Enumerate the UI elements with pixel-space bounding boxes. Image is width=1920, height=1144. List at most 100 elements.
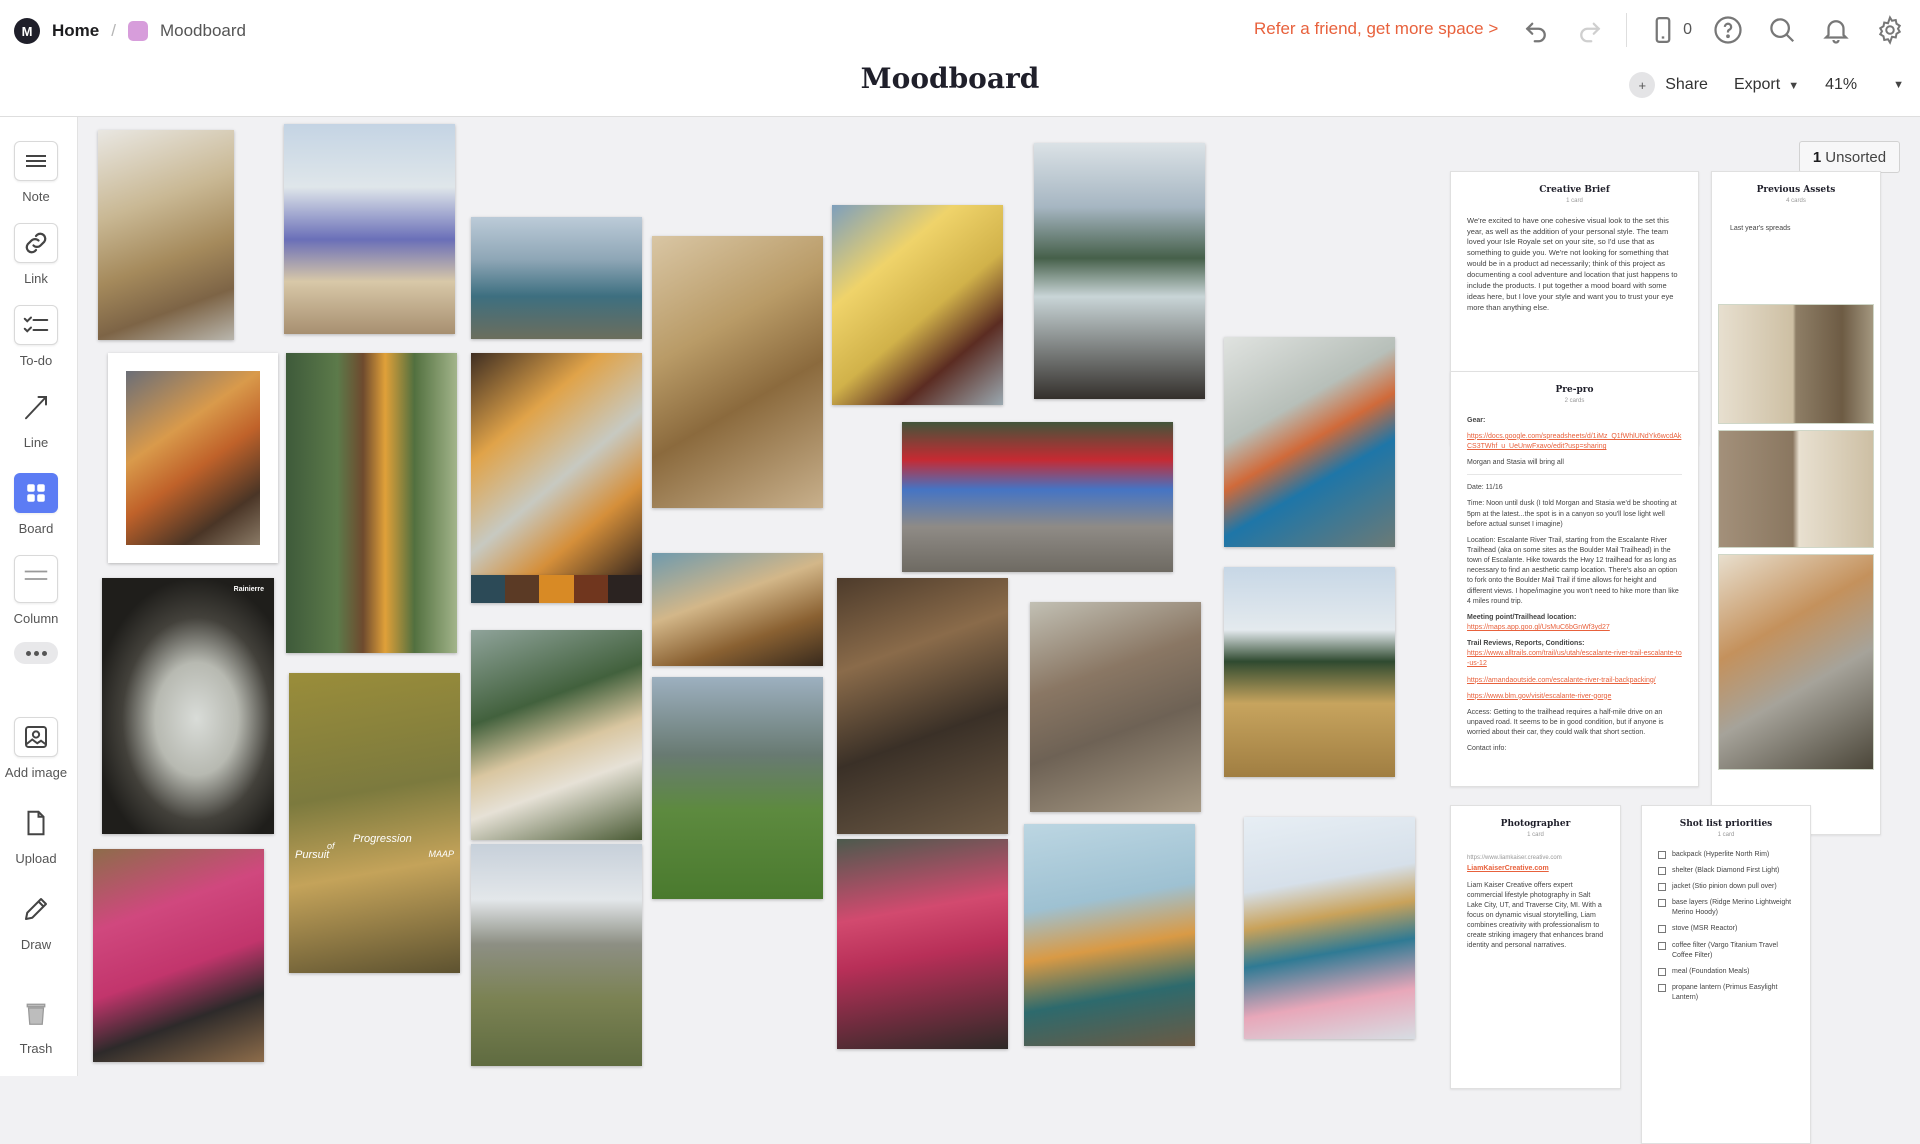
tool-label: To-do <box>19 353 53 368</box>
unsorted-button[interactable]: 1 Unsorted <box>1799 141 1900 173</box>
checklist-item[interactable]: stove (MSR Reactor) <box>1658 924 1794 934</box>
tool-upload[interactable]: Upload <box>0 803 72 866</box>
tool-link[interactable]: Link <box>0 223 72 286</box>
image-icon <box>14 717 58 757</box>
breadcrumb-home[interactable]: Home <box>52 21 99 41</box>
poster-brand: MAAP <box>428 849 454 859</box>
help-icon[interactable] <box>1710 12 1746 48</box>
card-shot-list[interactable]: Shot list priorities 1 card backpack (Hy… <box>1641 805 1811 1144</box>
photo-winter-portrait[interactable] <box>1244 817 1415 1039</box>
trail-link-1[interactable]: https://www.alltrails.com/trail/us/utah/… <box>1467 649 1682 669</box>
tent-brand-label: Rainierre <box>233 586 264 593</box>
tool-note[interactable]: Note <box>0 141 72 204</box>
photo-waterfall-rocks[interactable] <box>1030 602 1201 812</box>
settings-icon[interactable] <box>1872 12 1908 48</box>
photographer-url[interactable]: https://www.liamkaiser.creative.com <box>1467 854 1604 863</box>
photo-spread-1[interactable] <box>1718 304 1874 424</box>
checkbox-icon[interactable] <box>1658 883 1666 892</box>
checkbox-icon[interactable] <box>1658 925 1666 934</box>
checklist-item[interactable]: base layers (Ridge Merino Lightweight Me… <box>1658 898 1794 918</box>
trail-link-3[interactable]: https://www.blm.gov/visit/escalante-rive… <box>1467 692 1682 702</box>
card-pre-pro[interactable]: Pre-pro 2 cards Gear: https://docs.googl… <box>1450 371 1699 787</box>
tool-label: Board <box>18 521 54 536</box>
board-canvas[interactable]: Rainierre Pursuit of Progression MAAP 1 … <box>78 117 1920 1144</box>
photo-mountain-hiker[interactable] <box>471 844 642 1066</box>
mobile-device-icon[interactable] <box>1645 12 1681 48</box>
app-logo-icon[interactable]: M <box>14 18 40 44</box>
checkbox-icon[interactable] <box>1658 984 1666 992</box>
refer-friend-link[interactable]: Refer a friend, get more space > <box>1254 19 1498 39</box>
checkbox-icon[interactable] <box>1658 899 1666 908</box>
card-note: Last year's spreads <box>1730 224 1791 232</box>
checkbox-icon[interactable] <box>1658 941 1666 950</box>
photo-smiling-woman[interactable] <box>652 236 823 508</box>
photo-cards-cans[interactable] <box>471 353 642 575</box>
photo-yellow-jacket[interactable] <box>832 205 1003 405</box>
trail-link-2[interactable]: https://amandaoutside.com/escalante-rive… <box>1467 676 1682 686</box>
tool-trash[interactable]: Trash <box>0 993 72 1056</box>
gear-link[interactable]: https://docs.google.com/spreadsheets/d/1… <box>1467 432 1682 452</box>
undo-icon[interactable] <box>1518 12 1554 48</box>
photo-pink-tarp[interactable] <box>837 839 1008 1049</box>
trail-label: Trail Reviews, Reports, Conditions: <box>1467 640 1585 648</box>
photo-tent-window[interactable]: Rainierre <box>102 578 274 834</box>
photo-orange-tent[interactable] <box>1024 824 1195 1046</box>
tool-board[interactable]: Board <box>0 473 72 536</box>
tool-line[interactable]: Line <box>0 387 72 450</box>
checklist-label: meal (Foundation Meals) <box>1672 967 1750 975</box>
file-icon <box>14 803 58 843</box>
more-tools-icon[interactable] <box>14 642 58 664</box>
export-button[interactable]: Export ▼ <box>1734 76 1799 94</box>
photo-flare-portrait[interactable] <box>108 353 278 563</box>
card-photographer[interactable]: Photographer 1 card https://www.liamkais… <box>1450 805 1621 1089</box>
photo-lake-sitting[interactable] <box>1034 143 1205 399</box>
meeting-link[interactable]: https://maps.app.goo.gl/UsMuC6bGnWf3yd27 <box>1467 623 1682 633</box>
photo-spread-3[interactable] <box>1718 554 1874 770</box>
checklist-item[interactable]: propane lantern (Primus Easylight Lanter… <box>1658 983 1794 1003</box>
checklist-item[interactable]: meal (Foundation Meals) <box>1658 967 1794 977</box>
redo-icon[interactable] <box>1572 12 1608 48</box>
checkbox-icon[interactable] <box>1658 866 1666 875</box>
tool-column[interactable]: Column <box>0 555 72 626</box>
photo-pursuit-poster[interactable]: Pursuit of Progression MAAP <box>289 673 460 973</box>
zoom-dropdown[interactable]: 41% ▼ <box>1825 76 1904 94</box>
device-count: 0 <box>1683 21 1692 38</box>
color-palette[interactable] <box>471 575 642 603</box>
photo-camp-cooking[interactable] <box>652 553 823 666</box>
checklist-label: stove (MSR Reactor) <box>1672 925 1738 933</box>
photo-spread-2[interactable] <box>1718 430 1874 548</box>
checklist-item[interactable]: backpack (Hyperlite North Rim) <box>1658 850 1794 860</box>
photo-bare-feet-log[interactable] <box>902 422 1173 572</box>
share-button[interactable]: + Share <box>1629 72 1708 98</box>
card-title: Previous Assets <box>1756 185 1836 195</box>
checkbox-icon[interactable] <box>1658 850 1666 859</box>
divider <box>1626 13 1628 47</box>
board-icon <box>14 473 58 513</box>
checkbox-icon[interactable] <box>1658 967 1666 976</box>
checklist-label: jacket (Stio pinion down pull over) <box>1672 883 1777 891</box>
photo-hammock[interactable] <box>93 849 264 1062</box>
poster-text-3: Progression <box>353 833 412 845</box>
breadcrumb-board[interactable]: Moodboard <box>160 21 246 41</box>
checklist-item[interactable]: coffee filter (Vargo Titanium Travel Cof… <box>1658 941 1794 961</box>
checklist-item[interactable]: shelter (Black Diamond First Light) <box>1658 866 1794 876</box>
photo-camp-table[interactable] <box>471 217 642 339</box>
photo-hiker-stream[interactable] <box>98 130 234 340</box>
photo-jackets-tree[interactable] <box>286 353 457 653</box>
card-previous-assets[interactable]: Previous Assets 4 cards Last year's spre… <box>1711 171 1881 835</box>
checklist-item[interactable]: jacket (Stio pinion down pull over) <box>1658 882 1794 892</box>
search-icon[interactable] <box>1764 12 1800 48</box>
photo-lying-field[interactable] <box>1224 567 1395 777</box>
photo-rock-hopping[interactable] <box>837 578 1008 834</box>
photo-drinking-woman[interactable] <box>284 124 455 334</box>
tool-todo[interactable]: To-do <box>0 305 72 368</box>
tool-add-image[interactable]: Add image <box>0 717 72 780</box>
bell-icon[interactable] <box>1818 12 1854 48</box>
photo-hikers-group[interactable] <box>471 630 642 840</box>
photo-tent-mug[interactable] <box>1224 337 1395 547</box>
tool-draw[interactable]: Draw <box>0 889 72 952</box>
photo-valley-picnic[interactable] <box>652 677 823 899</box>
board-actions: + Share Export ▼ 41% ▼ <box>1629 72 1904 98</box>
gear-label: Gear: <box>1467 416 1486 424</box>
photographer-link[interactable]: LiamKaiserCreative.com <box>1467 864 1604 874</box>
